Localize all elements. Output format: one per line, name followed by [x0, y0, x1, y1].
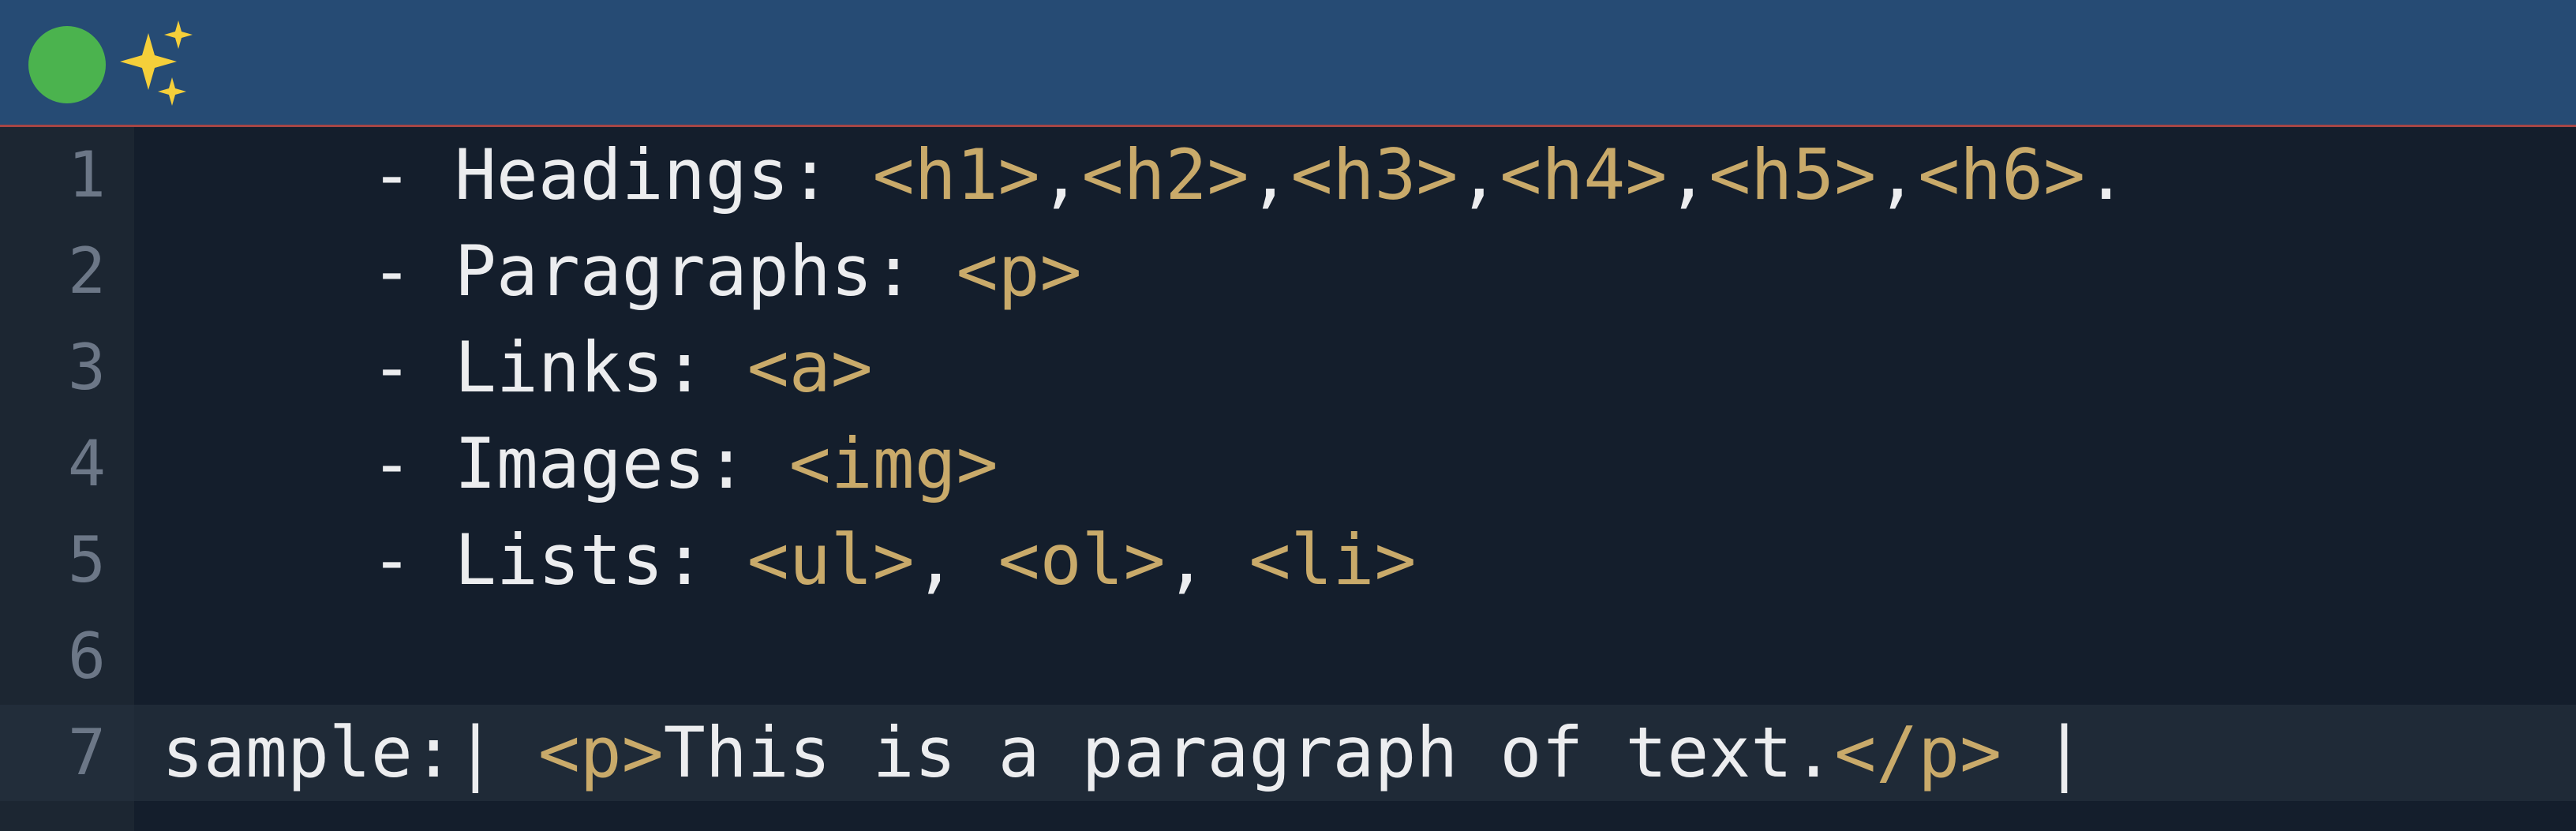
line-content[interactable]: sample:| <p>This is a paragraph of text.… [162, 705, 2085, 801]
text-token: sample:| [162, 712, 538, 793]
html-tag-token: <h5> [1709, 134, 1877, 215]
text-token: , [1165, 519, 1249, 601]
line-number: 2 [67, 234, 106, 308]
code-editor[interactable]: 1 - Headings: <h1>,<h2>,<h3>,<h4>,<h5>,<… [0, 127, 2576, 831]
html-tag-token: <h3> [1290, 134, 1458, 215]
html-tag-token: <a> [747, 327, 873, 408]
sparkles-icon[interactable] [110, 16, 197, 110]
line-content[interactable]: - Headings: <h1>,<h2>,<h3>,<h4>,<h5>,<h6… [162, 127, 2127, 223]
text-token: , [1249, 134, 1291, 215]
html-tag-token: <p> [956, 230, 1082, 312]
line-number: 1 [67, 138, 106, 211]
line-content[interactable]: - Links: <a> [162, 320, 873, 416]
html-tag-token: <ol> [998, 519, 1166, 601]
line-content[interactable]: - Images: <img> [162, 416, 998, 512]
html-tag-token: </p> [1834, 712, 2002, 793]
code-line-3[interactable]: 3 - Links: <a> [0, 320, 2576, 416]
html-tag-token: <h2> [1081, 134, 1249, 215]
code-line-5[interactable]: 5 - Lists: <ul>, <ol>, <li> [0, 512, 2576, 608]
line-number: 4 [67, 427, 106, 500]
html-tag-token: <h1> [872, 134, 1040, 215]
code-line-1[interactable]: 1 - Headings: <h1>,<h2>,<h3>,<h4>,<h5>,<… [0, 127, 2576, 223]
text-token: , [1876, 134, 1919, 215]
text-token: , [914, 519, 998, 601]
code-line-2[interactable]: 2 - Paragraphs: <p> [0, 223, 2576, 320]
editor-window: 1 - Headings: <h1>,<h2>,<h3>,<h4>,<h5>,<… [0, 0, 2576, 831]
html-tag-token: <ul> [747, 519, 915, 601]
html-tag-token: <li> [1249, 519, 1417, 601]
text-token: - Images: [162, 423, 789, 504]
html-tag-token: <h4> [1500, 134, 1668, 215]
status-indicator-icon[interactable] [28, 26, 106, 103]
line-number: 6 [67, 620, 106, 693]
line-content[interactable]: - Lists: <ul>, <ol>, <li> [162, 512, 1417, 608]
code-line-6[interactable]: 6 [0, 608, 2576, 705]
text-token: , [1458, 134, 1500, 215]
html-tag-token: <h6> [1918, 134, 2086, 215]
text-token: , [1667, 134, 1709, 215]
html-tag-token: <p> [537, 712, 664, 793]
html-tag-token: <img> [788, 423, 998, 504]
line-number: 7 [0, 705, 134, 801]
text-token: - Headings: [162, 134, 873, 215]
code-line-7[interactable]: 7 sample:| <p>This is a paragraph of text… [0, 705, 2576, 801]
line-number: 5 [67, 523, 106, 597]
line-number: 3 [67, 331, 106, 404]
code-line-4[interactable]: 4 - Images: <img> [0, 416, 2576, 512]
title-bar [0, 0, 2576, 127]
text-token: - Links: [162, 327, 747, 408]
text-token: . [2085, 134, 2128, 215]
line-content[interactable]: - Paragraphs: <p> [162, 223, 1082, 320]
text-token: - Paragraphs: [162, 230, 957, 312]
text-token: , [1039, 134, 1082, 215]
text-token: | [2001, 712, 2086, 793]
text-token: - Lists: [162, 519, 747, 601]
text-token: This is a paragraph of text. [663, 712, 1835, 793]
